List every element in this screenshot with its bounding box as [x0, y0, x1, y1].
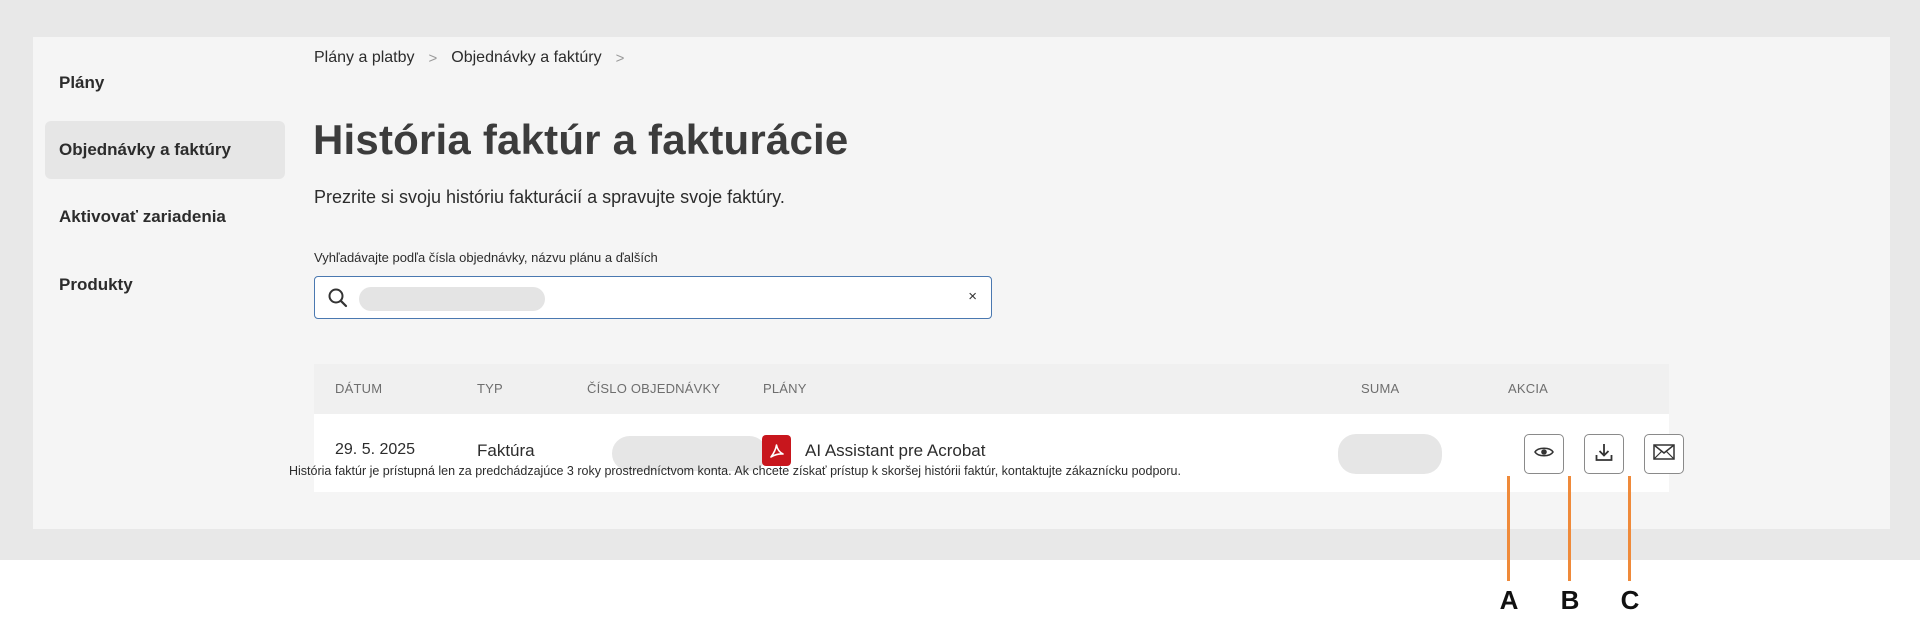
annotation-line-c	[1628, 476, 1631, 581]
breadcrumb-separator: >	[428, 49, 438, 67]
cell-type: Faktúra	[477, 441, 535, 460]
column-header-action: AKCIA	[1508, 381, 1549, 396]
sidebar-item-plany[interactable]: Plány	[45, 54, 285, 112]
sidebar-item-label: Objednávky a faktúry	[59, 140, 231, 159]
breadcrumb-link-plany[interactable]: Plány a platby	[314, 49, 415, 67]
breadcrumb-separator: >	[615, 49, 625, 67]
cell-plan: AI Assistant pre Acrobat	[805, 441, 986, 460]
search-icon	[327, 287, 349, 314]
column-header-order-number: ČÍSLO OBJEDNÁVKY	[587, 381, 721, 396]
column-header-date: DÁTUM	[335, 381, 383, 396]
annotation-label-b: B	[1560, 585, 1580, 615]
breadcrumb-link-objednavky[interactable]: Objednávky a faktúry	[451, 49, 601, 67]
sidebar-item-aktivovat[interactable]: Aktivovať zariadenia	[45, 188, 285, 246]
download-icon	[1594, 442, 1614, 467]
amount-redacted	[1338, 434, 1442, 474]
table-row: 29. 5. 2025 Faktúra AI Assistant pre Acr…	[314, 414, 1684, 492]
envelope-icon	[1653, 443, 1675, 465]
email-invoice-button[interactable]	[1644, 434, 1684, 474]
content-panel: Plány Objednávky a faktúry Aktivovať zar…	[33, 37, 1890, 529]
breadcrumb: Plány a platby > Objednávky a faktúry >	[314, 49, 624, 67]
sidebar-item-label: Aktivovať zariadenia	[59, 207, 226, 226]
view-invoice-button[interactable]	[1524, 434, 1564, 474]
eye-icon	[1534, 445, 1554, 464]
search-input[interactable]: ×	[314, 276, 992, 319]
search-label: Vyhľadávajte podľa čísla objednávky, náz…	[314, 250, 658, 265]
column-header-amount: SUMA	[1361, 381, 1400, 396]
search-value-redacted	[359, 287, 545, 311]
column-header-type: TYP	[477, 381, 503, 396]
sidebar-item-objednavky[interactable]: Objednávky a faktúry	[45, 121, 285, 179]
table-header: DÁTUM TYP ČÍSLO OBJEDNÁVKY PLÁNY SUMA AK…	[314, 364, 1669, 414]
sidebar-item-label: Plány	[59, 73, 105, 92]
sidebar-item-produkty[interactable]: Produkty	[45, 256, 285, 314]
annotation-label-c: C	[1620, 585, 1640, 615]
annotation-line-a	[1507, 476, 1510, 581]
page-title: História faktúr a fakturácie	[313, 116, 849, 163]
download-invoice-button[interactable]	[1584, 434, 1624, 474]
annotation-label-a: A	[1499, 585, 1519, 615]
page-subtitle: Prezrite si svoju históriu fakturácií a …	[314, 187, 785, 207]
annotation-line-b	[1568, 476, 1571, 581]
acrobat-pdf-icon	[762, 435, 791, 466]
column-header-plans: PLÁNY	[763, 381, 807, 396]
history-footnote: História faktúr je prístupná len za pred…	[289, 464, 1181, 478]
sidebar-item-label: Produkty	[59, 275, 133, 294]
clear-search-button[interactable]: ×	[968, 288, 977, 305]
cell-date: 29. 5. 2025	[335, 441, 416, 458]
